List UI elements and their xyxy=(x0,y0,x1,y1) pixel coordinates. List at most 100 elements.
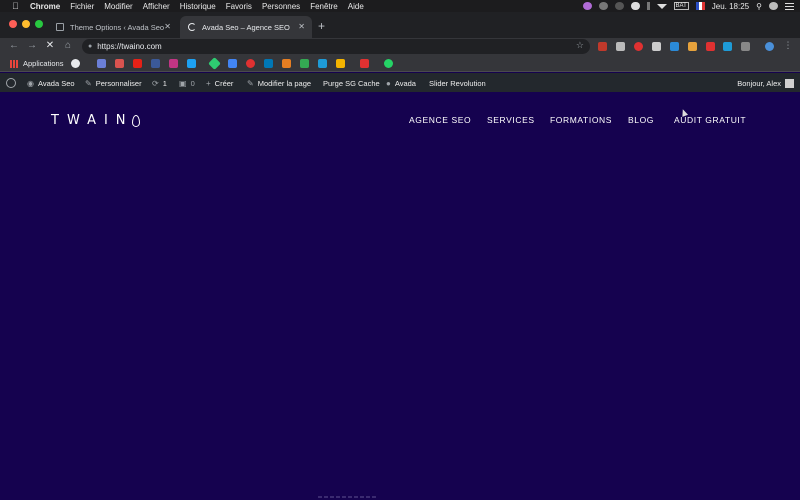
battery-icon[interactable]: BAT xyxy=(673,2,689,10)
tab-close-icon[interactable]: ✕ xyxy=(164,22,171,31)
extension-icon-8[interactable] xyxy=(723,42,732,51)
wordpress-icon[interactable] xyxy=(6,78,16,88)
admin-comments[interactable]: ▣ 0 xyxy=(179,79,195,88)
status-sync-icon[interactable] xyxy=(598,2,608,10)
bookmarks-bar: Applications xyxy=(0,55,800,72)
admin-account[interactable]: Bonjour, Alex xyxy=(737,79,794,88)
extension-icon-5[interactable] xyxy=(670,42,679,51)
admin-edit-page[interactable]: ✎ Modifier la page xyxy=(247,79,311,88)
admin-customize-label: Personnaliser xyxy=(95,79,142,88)
profile-avatar[interactable] xyxy=(765,42,774,51)
close-window-button[interactable] xyxy=(9,20,17,28)
extension-icon-9[interactable] xyxy=(741,42,750,51)
menu-app-chrome[interactable]: Chrome xyxy=(30,2,60,11)
twitter-bookmark-icon[interactable] xyxy=(187,59,196,68)
chrome-menu-icon[interactable]: ⋮ xyxy=(782,40,794,51)
wifi-icon[interactable] xyxy=(656,3,667,9)
menu-afficher[interactable]: Afficher xyxy=(143,2,170,11)
spotlight-search-icon[interactable]: ⚲ xyxy=(756,2,762,11)
facebook-bookmark-icon[interactable] xyxy=(151,59,160,68)
menu-personnes[interactable]: Personnes xyxy=(262,2,300,11)
pencil-icon: ✎ xyxy=(247,79,254,88)
youtube-bookmark-icon[interactable] xyxy=(133,59,142,68)
bookmark-icon-10[interactable] xyxy=(246,59,255,68)
new-tab-button[interactable]: + xyxy=(318,19,325,33)
tab-title: Theme Options ‹ Avada Seo — xyxy=(70,22,166,32)
bookmark-applications[interactable]: Applications xyxy=(10,59,63,68)
cloud-icon[interactable] xyxy=(630,2,640,10)
admin-purge-label: Purge SG Cache xyxy=(323,79,380,88)
admin-slider-label: Slider Revolution xyxy=(429,79,486,88)
extension-icon-1[interactable] xyxy=(598,42,607,51)
apple-icon[interactable]:  xyxy=(12,1,22,11)
bookmark-icon-14[interactable] xyxy=(318,59,327,68)
menu-favoris[interactable]: Favoris xyxy=(226,2,252,11)
bookmark-icon-2[interactable] xyxy=(97,59,106,68)
status-time-icon[interactable] xyxy=(614,2,624,10)
menu-historique[interactable]: Historique xyxy=(180,2,216,11)
translate-bookmark-icon[interactable] xyxy=(228,59,237,68)
address-bar[interactable]: ● https://twaino.com ☆ xyxy=(82,39,590,54)
stop-loading-icon[interactable]: ✕ xyxy=(44,40,56,51)
nav-blog[interactable]: BLOG xyxy=(628,115,654,125)
clock[interactable]: Jeu. 18:25 xyxy=(712,2,749,11)
admin-avada-label: Avada xyxy=(394,79,416,88)
admin-updates[interactable]: ⟳ 1 xyxy=(152,79,167,88)
admin-new[interactable]: + Créer xyxy=(206,79,233,88)
admin-site-name[interactable]: ◉ Avada Seo xyxy=(27,79,75,88)
google-bookmark-icon[interactable] xyxy=(71,59,80,68)
notification-center-icon[interactable] xyxy=(785,2,794,10)
bluetooth-icon[interactable] xyxy=(646,2,650,10)
status-app-icon[interactable] xyxy=(582,2,592,10)
menu-aide[interactable]: Aide xyxy=(348,2,364,11)
linkedin-bookmark-icon[interactable] xyxy=(264,59,273,68)
extension-icon-4[interactable] xyxy=(652,42,661,51)
bookmark-icon-16[interactable] xyxy=(360,59,369,68)
admin-edit-page-label: Modifier la page xyxy=(257,79,312,88)
minimize-window-button[interactable] xyxy=(22,20,30,28)
user-icon[interactable] xyxy=(769,2,778,10)
tab-avada-seo[interactable]: Avada Seo – Agence SEO ✕ xyxy=(180,16,312,38)
whatsapp-bookmark-icon[interactable] xyxy=(384,59,393,68)
admin-avada[interactable]: ● Avada xyxy=(386,79,416,88)
bookmark-icon-13[interactable] xyxy=(300,59,309,68)
instagram-bookmark-icon[interactable] xyxy=(169,59,178,68)
tab-close-icon[interactable]: ✕ xyxy=(298,22,305,31)
zoom-window-button[interactable] xyxy=(35,20,43,28)
extension-icon-7[interactable] xyxy=(706,42,715,51)
pinterest-extension-icon[interactable] xyxy=(634,42,643,51)
bookmark-icon-8[interactable] xyxy=(208,57,221,70)
bookmark-star-icon[interactable]: ☆ xyxy=(576,40,584,51)
admin-purge-cache[interactable]: Purge SG Cache xyxy=(323,79,380,88)
site-logo[interactable]: TWAIN xyxy=(51,113,140,128)
nav-agence-seo[interactable]: AGENCE SEO xyxy=(409,115,471,125)
refresh-icon: ⟳ xyxy=(152,79,159,88)
extension-icon-2[interactable] xyxy=(616,42,625,51)
admin-slider-revolution[interactable]: Slider Revolution xyxy=(429,79,486,88)
bookmark-icon-12[interactable] xyxy=(282,59,291,68)
window-controls xyxy=(9,20,43,28)
bookmark-label: Applications xyxy=(23,59,64,68)
avatar xyxy=(785,79,794,88)
avada-icon: ● xyxy=(386,79,391,88)
website-hero: TWAIN AGENCE SEO SERVICES FORMATIONS BLO… xyxy=(0,92,800,500)
nav-audit-gratuit[interactable]: AUDIT GRATUIT xyxy=(674,115,746,125)
nav-services[interactable]: SERVICES xyxy=(487,115,535,125)
menu-fenetre[interactable]: Fenêtre xyxy=(310,2,338,11)
bookmark-icon-3[interactable] xyxy=(115,59,124,68)
url-text[interactable]: https://twaino.com xyxy=(97,42,161,51)
nav-formations[interactable]: FORMATIONS xyxy=(550,115,612,125)
back-icon[interactable]: ← xyxy=(8,40,20,51)
admin-customize[interactable]: ✎ Personnaliser xyxy=(85,79,142,88)
browser-tab-strip: Theme Options ‹ Avada Seo — ✕ Avada Seo … xyxy=(0,12,800,38)
admin-site-name-label: Avada Seo xyxy=(37,79,75,88)
extension-icon-6[interactable] xyxy=(688,42,697,51)
forward-icon[interactable]: → xyxy=(26,40,38,51)
menu-fichier[interactable]: Fichier xyxy=(70,2,94,11)
analytics-bookmark-icon[interactable] xyxy=(336,59,345,68)
home-icon[interactable]: ⌂ xyxy=(62,40,74,51)
brush-icon: ✎ xyxy=(85,79,92,88)
menu-modifier[interactable]: Modifier xyxy=(104,2,132,11)
flag-fr-icon[interactable] xyxy=(695,2,705,10)
tab-theme-options[interactable]: Theme Options ‹ Avada Seo — ✕ xyxy=(48,16,178,38)
